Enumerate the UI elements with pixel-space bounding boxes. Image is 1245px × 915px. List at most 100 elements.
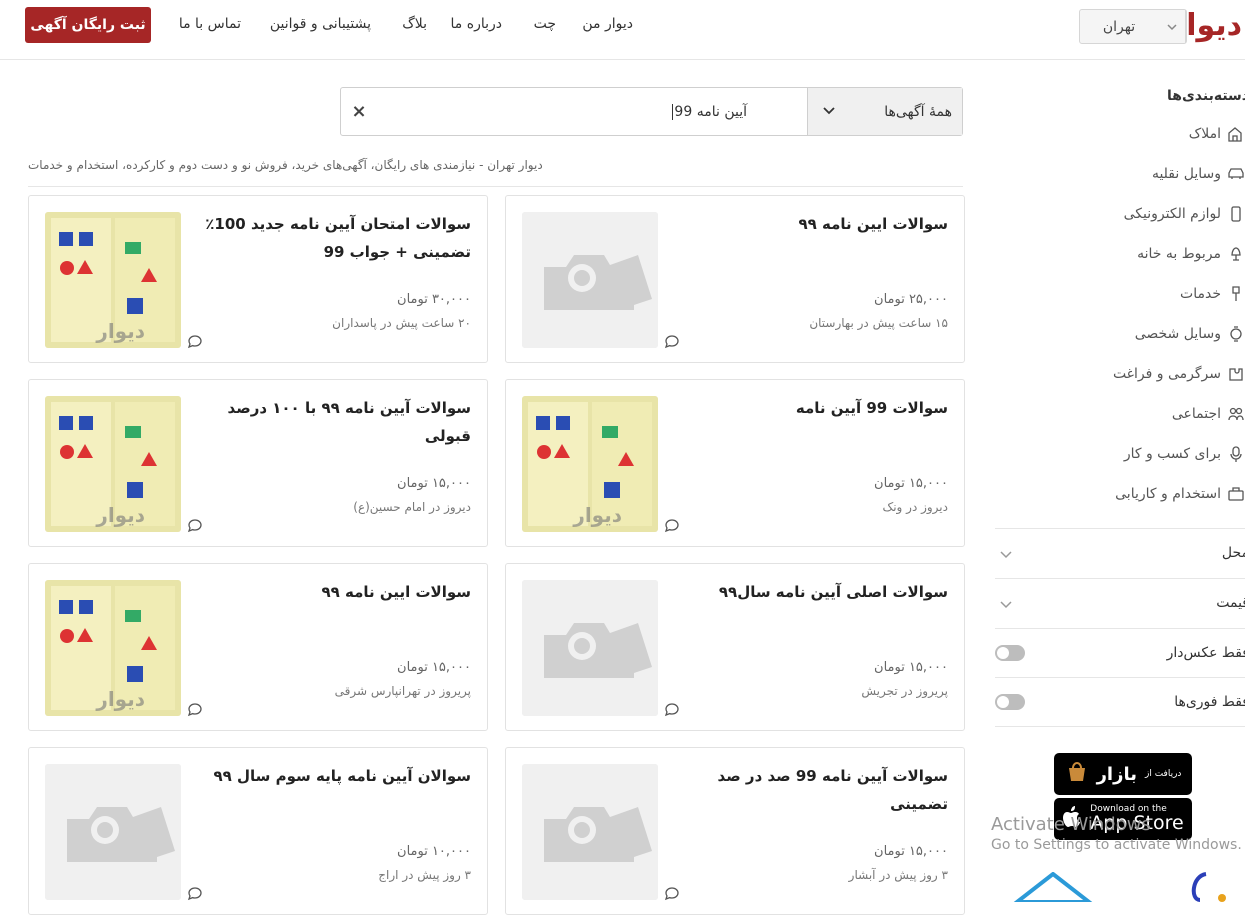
chat-icon[interactable] — [664, 702, 680, 722]
sidebar-category-item[interactable]: سرگرمی و فراغت — [995, 364, 1245, 384]
listing-title[interactable]: سوالات ایین نامه ۹۹ — [201, 578, 471, 606]
bazaar-label: بازار — [1096, 763, 1137, 785]
nav-support[interactable]: پشتیبانی و قوانین — [270, 16, 371, 32]
bazaar-download-button[interactable]: بازار دریافت از — [1054, 753, 1192, 795]
sidebar-category-item[interactable]: خدمات — [995, 284, 1245, 304]
listing-thumbnail[interactable] — [522, 764, 658, 900]
puzzle-icon — [1227, 365, 1245, 383]
chat-icon[interactable] — [187, 702, 203, 722]
search-bar: همهٔ آگهی‌ها آیین نامه 99 × — [340, 87, 963, 136]
listing-card[interactable]: دیوار سوالات امتحان آیین نامه جدید 100٪ ت… — [28, 195, 488, 363]
filter-price-label: قیمت — [1216, 595, 1245, 611]
nav-blog[interactable]: بلاگ — [402, 16, 427, 32]
listing-card[interactable]: دیوار سوالات ایین نامه ۹۹ ۱۵,۰۰۰ تومان پریر… — [28, 563, 488, 731]
listing-title[interactable]: سوالات 99 آیین نامه — [678, 394, 948, 422]
listing-card[interactable]: دیوار سوالات آیین نامه ۹۹ با ۱۰۰ درصد قبو… — [28, 379, 488, 547]
listing-card[interactable]: دیوار سوالات 99 آیین نامه ۱۵,۰۰۰ تومان دیرو… — [505, 379, 965, 547]
listing-price: ۱۵,۰۰۰ تومان — [874, 476, 948, 491]
filter-urgent-only: فقط فوری‌ها — [995, 677, 1245, 727]
listing-title[interactable]: سوالات ایین نامه ۹۹ — [678, 210, 948, 238]
listing-price: ۱۵,۰۰۰ تومان — [874, 844, 948, 859]
nav-my-divar[interactable]: دیوار من — [582, 16, 633, 32]
sidebar-category-label: برای کسب و کار — [1123, 446, 1221, 462]
sidebar-category-item[interactable]: املاک — [995, 124, 1245, 144]
brush-icon — [1227, 285, 1245, 303]
watermark-line2: Go to Settings to activate Windows. — [991, 837, 1242, 853]
listing-price: ۱۵,۰۰۰ تومان — [874, 660, 948, 675]
listing-meta: پریروز در تجریش — [861, 684, 948, 698]
people-icon — [1227, 405, 1245, 423]
listing-thumbnail[interactable] — [45, 764, 181, 900]
watermark-line1: Activate Windows — [991, 814, 1151, 835]
listing-title[interactable]: سوالان آیین نامه پایه سوم سال ۹۹ — [201, 762, 472, 790]
filter-photo-only: فقط عکس‌دار — [995, 628, 1245, 678]
top-header: دیوار تهران دیوار من چت درباره ما بلاگ پ… — [0, 0, 1245, 60]
svg-text:دیوار: دیوار — [572, 503, 622, 527]
sidebar-category-item[interactable]: وسایل شخصی — [995, 324, 1245, 344]
listing-price: ۲۵,۰۰۰ تومان — [874, 292, 948, 307]
sidebar-category-label: اجتماعی — [1171, 406, 1221, 422]
listing-card[interactable]: سوالات آیین نامه 99 صد در صد تضمینی ۱۵,۰۰… — [505, 747, 965, 915]
lamp-icon — [1227, 245, 1245, 263]
listing-thumbnail[interactable]: دیوار — [45, 396, 181, 532]
listing-card[interactable]: سوالان آیین نامه پایه سوم سال ۹۹ ۱۰,۰۰۰ ت… — [28, 747, 488, 915]
nav-about[interactable]: درباره ما — [451, 16, 502, 32]
listing-meta: پریروز در تهرانپارس شرقی — [334, 684, 471, 698]
listing-price: ۱۵,۰۰۰ تومان — [397, 476, 471, 491]
chevron-down-icon — [999, 597, 1013, 615]
category-select[interactable]: همهٔ آگهی‌ها — [807, 88, 962, 135]
listing-thumbnail[interactable] — [522, 212, 658, 348]
listing-meta: ۱۵ ساعت پیش در بهارستان — [809, 316, 948, 330]
post-ad-button[interactable]: ثبت رایگان آگهی — [25, 7, 151, 43]
sidebar-category-item[interactable]: مربوط به خانه — [995, 244, 1245, 264]
listing-thumbnail[interactable] — [522, 580, 658, 716]
chat-icon[interactable] — [664, 518, 680, 538]
listing-meta: ۳ روز پیش در آبشار — [848, 868, 948, 882]
city-label: تهران — [1102, 18, 1136, 35]
search-input[interactable]: آیین نامه 99 — [377, 88, 807, 135]
listing-title[interactable]: سوالات امتحان آیین نامه جدید 100٪ تضمینی… — [201, 210, 471, 266]
category-select-label: همهٔ آگهی‌ها — [884, 103, 952, 120]
sidebar-category-item[interactable]: اجتماعی — [995, 404, 1245, 424]
listing-title[interactable]: سوالات آیین نامه 99 صد در صد تضمینی — [678, 762, 948, 818]
nav-chat[interactable]: چت — [534, 16, 556, 32]
listing-meta: دیروز در ونک — [882, 500, 948, 514]
listing-thumbnail[interactable]: دیوار — [522, 396, 658, 532]
photo-only-toggle[interactable] — [995, 645, 1025, 661]
svg-text:دیوار: دیوار — [95, 687, 145, 711]
nav-contact[interactable]: تماس با ما — [179, 16, 241, 32]
filter-location[interactable]: محل — [995, 528, 1245, 578]
chat-icon[interactable] — [187, 886, 203, 906]
listing-title[interactable]: سوالات اصلی آیین نامه سال۹۹ — [678, 578, 948, 606]
microphone-icon — [1227, 445, 1245, 463]
listing-card[interactable]: سوالات ایین نامه ۹۹ ۲۵,۰۰۰ تومان ۱۵ ساعت پ… — [505, 195, 965, 363]
filter-price[interactable]: قیمت — [995, 578, 1245, 628]
divider — [28, 186, 963, 187]
listing-thumbnail[interactable]: دیوار — [45, 212, 181, 348]
listing-card[interactable]: سوالات اصلی آیین نامه سال۹۹ ۱۵,۰۰۰ تومان پ… — [505, 563, 965, 731]
listing-price: ۱۰,۰۰۰ تومان — [397, 844, 471, 859]
bazaar-bag-icon — [1065, 760, 1089, 788]
chat-icon[interactable] — [664, 334, 680, 354]
sidebar-category-label: وسایل نقلیه — [1151, 166, 1221, 182]
search-query-text: آیین نامه 99 — [674, 103, 747, 120]
building-icon — [1227, 125, 1245, 143]
chat-icon[interactable] — [664, 886, 680, 906]
city-selector[interactable]: تهران — [1079, 9, 1187, 44]
chevron-down-icon — [822, 103, 836, 121]
svg-text:دیوار: دیوار — [95, 319, 145, 343]
sidebar-category-label: لوازم الکترونیکی — [1123, 206, 1221, 222]
chat-icon[interactable] — [187, 334, 203, 354]
svg-text:دیوار: دیوار — [95, 503, 145, 527]
chat-icon[interactable] — [187, 518, 203, 538]
sidebar-category-label: استخدام و کاریابی — [1115, 486, 1221, 502]
sidebar-category-item[interactable]: وسایل نقلیه — [995, 164, 1245, 184]
listing-title[interactable]: سوالات آیین نامه ۹۹ با ۱۰۰ درصد قبولی — [201, 394, 471, 450]
filter-location-label: محل — [1221, 545, 1245, 561]
sidebar-category-item[interactable]: استخدام و کاریابی — [995, 484, 1245, 504]
sidebar-category-item[interactable]: لوازم الکترونیکی — [995, 204, 1245, 224]
listing-thumbnail[interactable]: دیوار — [45, 580, 181, 716]
sidebar-category-item[interactable]: برای کسب و کار — [995, 444, 1245, 464]
clear-search-button[interactable]: × — [341, 88, 377, 135]
urgent-only-toggle[interactable] — [995, 694, 1025, 710]
